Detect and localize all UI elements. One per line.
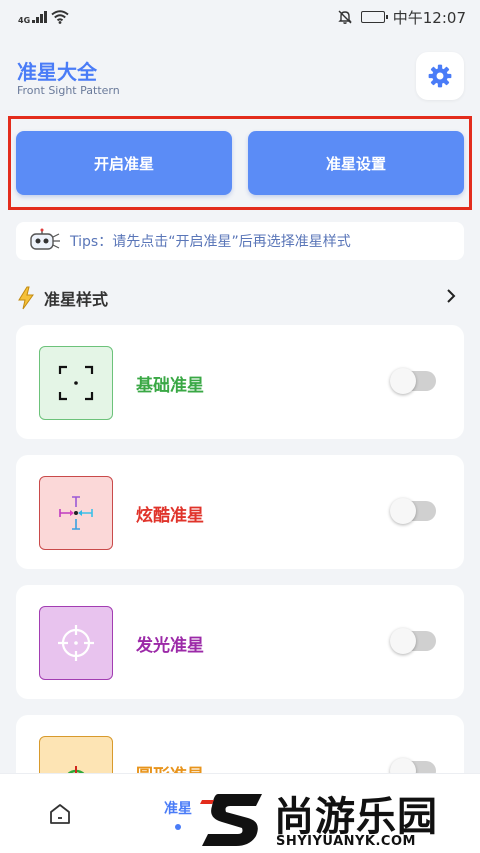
lightning-icon: [18, 286, 34, 310]
wifi-icon: [51, 10, 69, 24]
cool-crosshair-icon: [59, 496, 93, 530]
mute-bell-icon: [338, 10, 352, 24]
watermark: 尚游乐园 SHYIYUANYK.COM: [196, 784, 480, 853]
app-subtitle: Front Sight Pattern: [17, 84, 120, 97]
crosshair-thumb-glow: [39, 606, 113, 680]
toggle-basic[interactable]: [390, 368, 436, 394]
watermark-name-en: SHYIYUANYK.COM: [276, 834, 416, 849]
crosshair-settings-button[interactable]: 准星设置: [248, 131, 464, 195]
glow-crosshair-icon: [58, 625, 94, 661]
crosshair-card-glow[interactable]: 发光准星: [16, 585, 464, 699]
tips-robot-icon: [30, 228, 60, 250]
tips-text: Tips：请先点击“开启准星”后再选择准星样式: [70, 234, 351, 250]
crosshair-style-section-header[interactable]: 准星样式: [16, 284, 464, 312]
status-right: 中午12:07: [337, 7, 466, 28]
chevron-right-icon[interactable]: [444, 286, 458, 306]
status-bar: 4G 中午12:07: [0, 0, 480, 34]
nav-tab-crosshair[interactable]: 准星: [164, 798, 192, 818]
section-title: 准星样式: [44, 290, 109, 309]
crosshair-thumb-basic: [39, 346, 113, 420]
toggle-cool[interactable]: [390, 498, 436, 524]
toggle-glow[interactable]: [390, 628, 436, 654]
crosshair-label-basic: 基础准星: [136, 376, 204, 396]
status-time: 中午12:07: [392, 8, 466, 27]
battery-icon: [360, 11, 388, 23]
basic-crosshair-icon: [58, 365, 94, 401]
crosshair-card-cool[interactable]: 炫酷准星: [16, 455, 464, 569]
action-buttons-highlight: 开启准星 准星设置: [8, 116, 472, 210]
signal-icon: [32, 11, 48, 23]
watermark-logo-icon: [200, 794, 262, 846]
app-title: 准星大全: [17, 60, 97, 84]
crosshair-card-basic[interactable]: 基础准星: [16, 325, 464, 439]
settings-button[interactable]: [416, 52, 464, 100]
start-crosshair-button[interactable]: 开启准星: [16, 131, 232, 195]
gear-icon: [428, 64, 452, 88]
crosshair-label-glow: 发光准星: [136, 636, 204, 656]
home-icon[interactable]: [48, 802, 72, 826]
nav-active-dot: [175, 824, 181, 830]
tips-banner: Tips：请先点击“开启准星”后再选择准星样式: [16, 222, 464, 260]
crosshair-label-cool: 炫酷准星: [136, 506, 204, 526]
network-type: 4G: [18, 16, 31, 25]
app-header: 准星大全 Front Sight Pattern: [0, 34, 480, 110]
crosshair-thumb-cool: [39, 476, 113, 550]
status-left: 4G: [18, 9, 69, 25]
